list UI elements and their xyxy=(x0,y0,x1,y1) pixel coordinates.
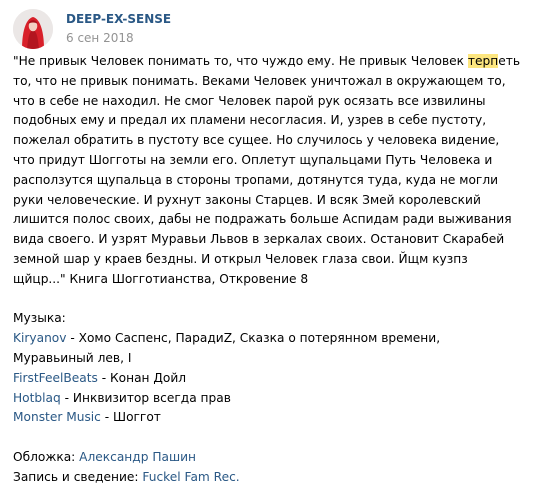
music-line: Kiryanov - Хомо Саспенс, ПарадиZ, Сказка… xyxy=(13,329,523,369)
cover-label: Обложка: xyxy=(13,449,80,464)
artist-link-firstfeelbeats[interactable]: FirstFeelBeats xyxy=(13,371,98,385)
artist-link-monster-music[interactable]: Monster Music xyxy=(13,410,101,424)
music-tracks: - Шоггот xyxy=(100,410,161,425)
music-line: FirstFeelBeats - Конан Дойл xyxy=(13,369,523,389)
music-tracks: - Инквизитор всегда прав xyxy=(60,390,231,405)
music-tracks: - Конан Дойл xyxy=(97,370,187,385)
music-label: Музыка: xyxy=(13,311,66,326)
avatar-red-hooded-figure-icon xyxy=(13,9,53,49)
cover-artist-link[interactable]: Александр Пашин xyxy=(79,450,196,464)
post-author-link[interactable]: DEEP-EX-SENSE xyxy=(66,12,171,26)
search-highlight: терп xyxy=(467,54,499,68)
wall-post: DEEP-EX-SENSE 6 сен 2018 "Не привык Чело… xyxy=(0,0,536,484)
music-line: Hotblaq - Инквизитор всегда прав xyxy=(13,389,523,409)
post-quote: "Не привык Человек понимать то, что чужд… xyxy=(13,52,523,290)
quote-text-start: "Не привык Человек понимать то, что чужд… xyxy=(13,54,468,68)
music-tracks: - Хомо Саспенс, ПарадиZ, Сказка о потеря… xyxy=(13,331,441,365)
artist-link-hotblaq[interactable]: Hotblaq xyxy=(13,391,61,405)
post-date[interactable]: 6 сен 2018 xyxy=(66,31,134,45)
mixing-credit: Запись и сведение: Fuckel Fam Rec. xyxy=(13,468,523,488)
cover-credit: Обложка: Александр Пашин xyxy=(13,448,523,468)
quote-text-end: еть то, что не привык понимать. Веками Ч… xyxy=(13,54,521,286)
post-text: "Не привык Человек понимать то, что чужд… xyxy=(13,52,523,488)
artist-link-kiryanov[interactable]: Kiryanov xyxy=(13,331,66,345)
music-line: Monster Music - Шоггот xyxy=(13,408,523,428)
avatar[interactable] xyxy=(13,9,53,49)
